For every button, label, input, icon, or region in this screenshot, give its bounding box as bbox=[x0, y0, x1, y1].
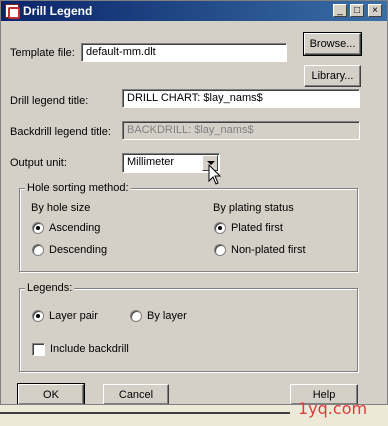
backdrill-legend-title-input: BACKDRILL: $lay_nams$ bbox=[122, 121, 360, 140]
layer-pair-label[interactable]: Layer pair bbox=[49, 310, 98, 322]
legends-group bbox=[19, 288, 358, 372]
by-layer-radio[interactable] bbox=[130, 310, 142, 322]
descending-label[interactable]: Descending bbox=[49, 244, 107, 256]
ok-button[interactable]: OK bbox=[17, 383, 85, 406]
drill-legend-title-label: Drill legend title: bbox=[10, 95, 89, 107]
non-plated-first-radio[interactable] bbox=[214, 244, 226, 256]
by-plating-status-label: By plating status bbox=[213, 202, 294, 214]
mouse-cursor-icon bbox=[208, 164, 222, 185]
watermark-text: 1yq.com bbox=[298, 399, 368, 418]
window-title: Drill Legend bbox=[23, 4, 93, 18]
app-icon bbox=[5, 4, 20, 19]
drill-legend-title-input[interactable]: DRILL CHART: $lay_nams$ bbox=[122, 89, 360, 108]
backdrill-legend-title-label: Backdrill legend title: bbox=[10, 126, 111, 138]
hole-sorting-title: Hole sorting method: bbox=[25, 182, 131, 194]
legends-title: Legends: bbox=[25, 282, 75, 294]
layer-pair-radio[interactable] bbox=[32, 310, 44, 322]
non-plated-first-label[interactable]: Non-plated first bbox=[231, 244, 306, 256]
output-unit-value: Millimeter bbox=[127, 156, 175, 168]
ascending-label[interactable]: Ascending bbox=[49, 222, 100, 234]
include-backdrill-checkbox[interactable] bbox=[32, 343, 45, 356]
plated-first-radio[interactable] bbox=[214, 222, 226, 234]
output-unit-label: Output unit: bbox=[10, 157, 67, 169]
cancel-button[interactable]: Cancel bbox=[103, 384, 169, 405]
minimize-button[interactable]: _ bbox=[333, 4, 347, 17]
descending-radio[interactable] bbox=[32, 244, 44, 256]
template-file-label: Template file: bbox=[10, 47, 75, 59]
by-layer-label[interactable]: By layer bbox=[147, 310, 187, 322]
title-bar[interactable]: Drill Legend _ □ × bbox=[1, 1, 387, 21]
plated-first-label[interactable]: Plated first bbox=[231, 222, 283, 234]
ascending-radio[interactable] bbox=[32, 222, 44, 234]
by-hole-size-label: By hole size bbox=[31, 202, 91, 214]
include-backdrill-label[interactable]: Include backdrill bbox=[50, 343, 129, 355]
drill-legend-dialog: Drill Legend _ □ × Template file: defaul… bbox=[0, 0, 388, 426]
background-divider bbox=[0, 412, 290, 414]
maximize-button[interactable]: □ bbox=[350, 4, 364, 17]
template-file-input[interactable]: default-mm.dlt bbox=[81, 43, 287, 62]
output-unit-select[interactable]: Millimeter bbox=[122, 153, 220, 173]
close-button[interactable]: × bbox=[368, 4, 382, 17]
library-button[interactable]: Library... bbox=[304, 65, 361, 87]
browse-button[interactable]: Browse... bbox=[303, 32, 362, 56]
